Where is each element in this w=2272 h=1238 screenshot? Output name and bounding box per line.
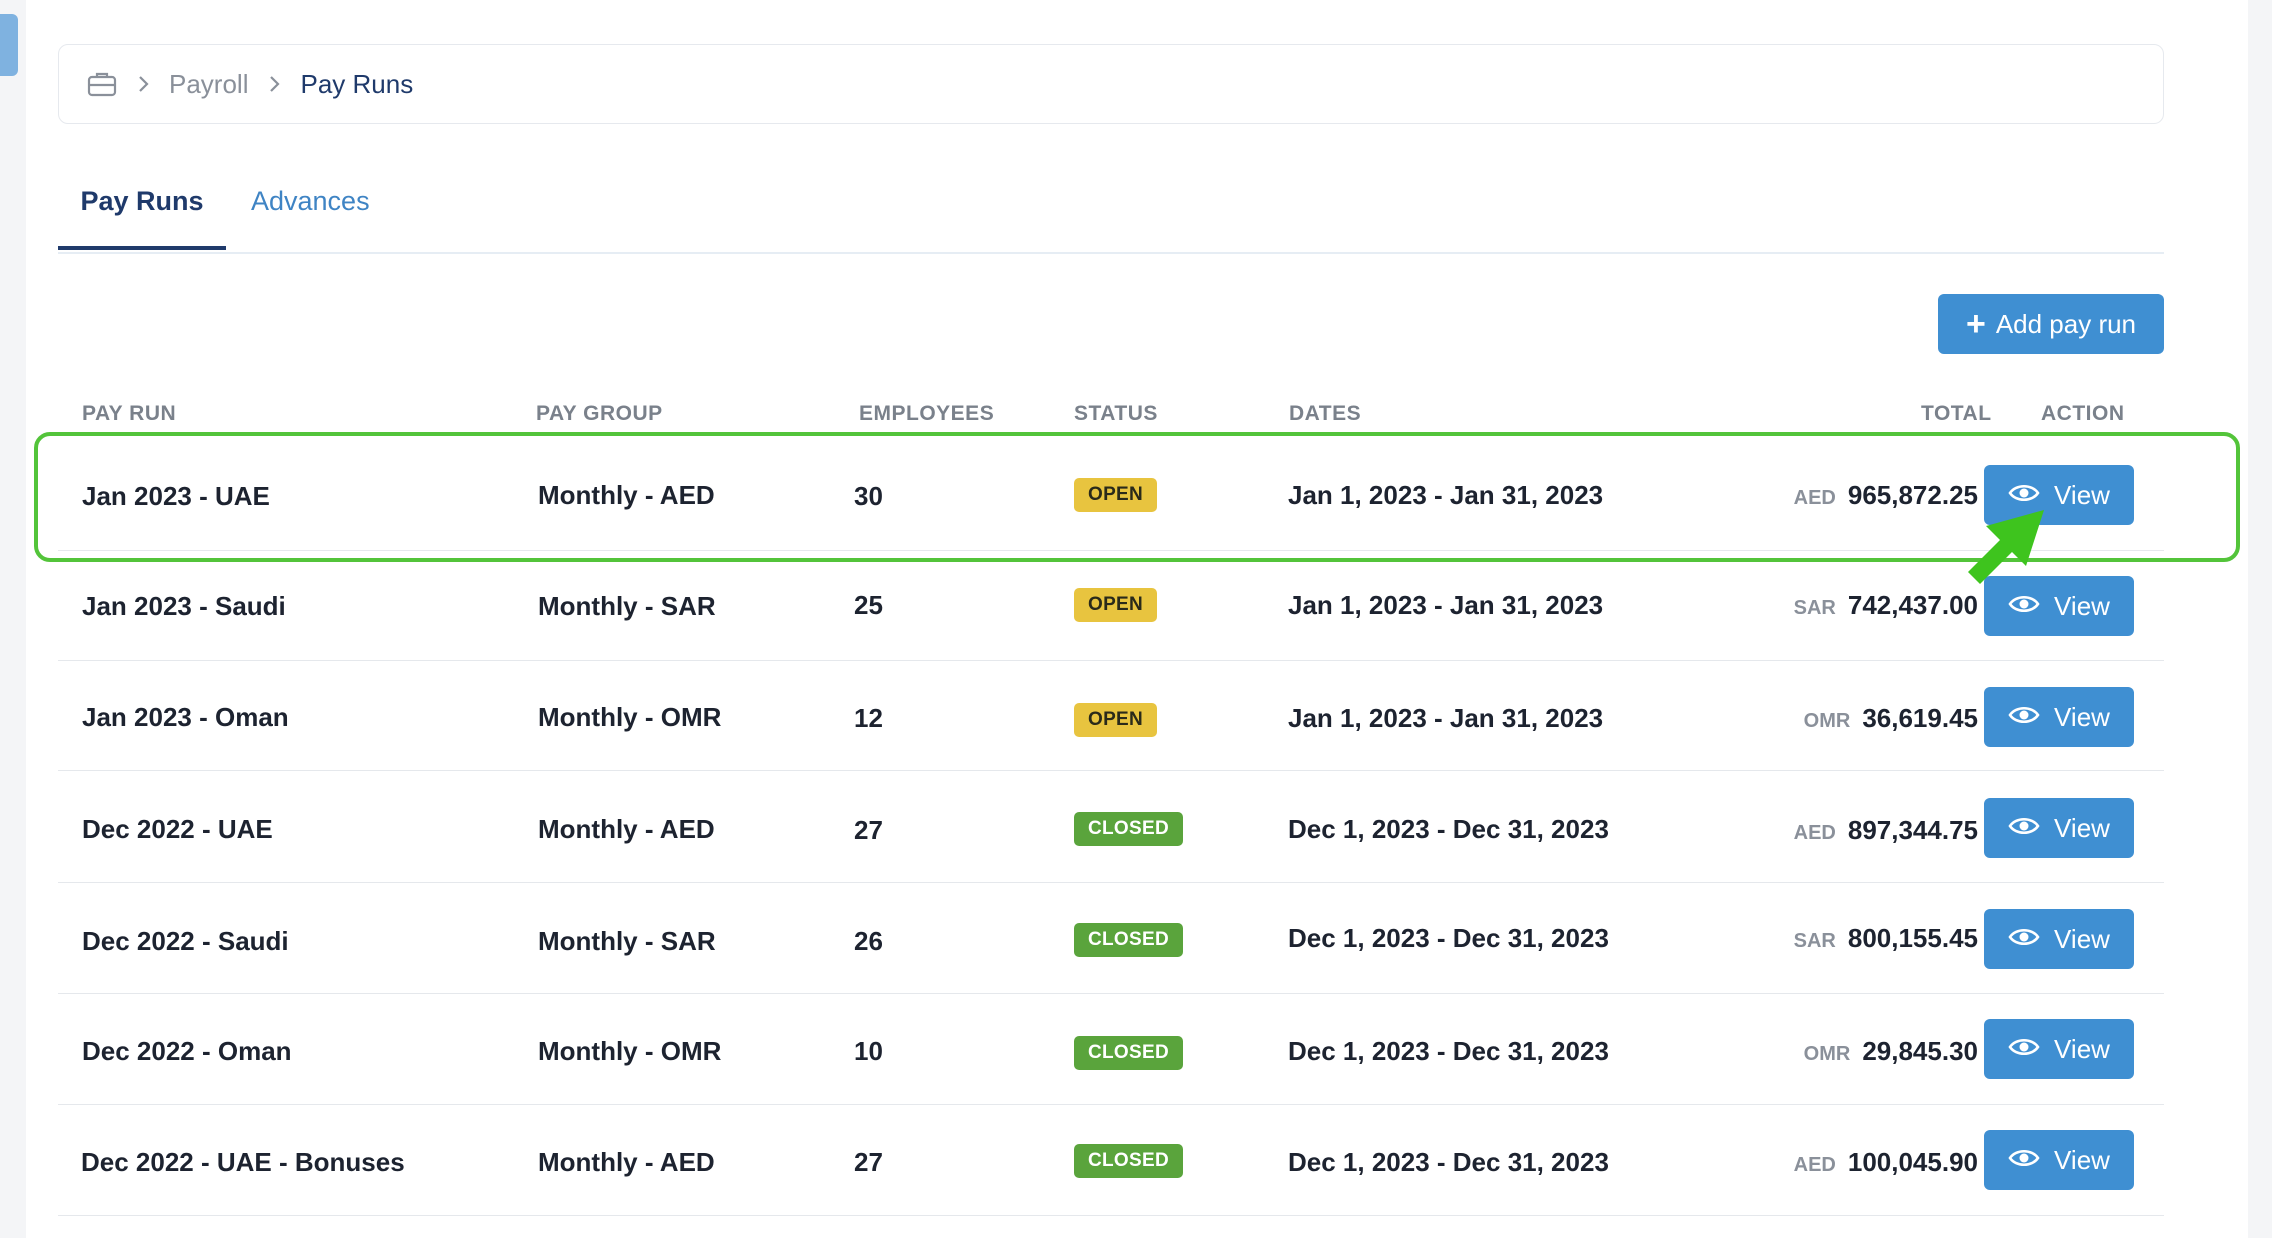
breadcrumb-item-pay-runs: Pay Runs <box>300 68 414 99</box>
employee-count: 25 <box>854 590 883 620</box>
breadcrumb-item-payroll[interactable]: Payroll <box>169 69 248 100</box>
column-header-pay-group: PAY GROUP <box>536 402 663 425</box>
pay-group: Monthly - OMR <box>538 702 722 732</box>
column-header-action: ACTION <box>2041 402 2125 425</box>
eye-icon <box>2008 813 2040 844</box>
employee-count: 27 <box>854 1147 883 1177</box>
view-button[interactable]: View <box>1984 1130 2134 1190</box>
view-button[interactable]: View <box>1984 1019 2134 1079</box>
view-label: View <box>2054 923 2110 954</box>
total-amount: AED 100,045.90 <box>1794 1147 1978 1178</box>
add-pay-run-button[interactable]: + Add pay run <box>1938 294 2164 354</box>
amount-value: 897,344.75 <box>1847 815 1978 845</box>
status-badge: OPEN <box>1074 703 1158 737</box>
amount-value: 36,619.45 <box>1862 703 1978 733</box>
view-button[interactable]: View <box>1984 687 2134 747</box>
row-highlight-outline <box>34 432 2240 562</box>
total-amount: SAR 800,155.45 <box>1794 923 1978 954</box>
pay-run-name[interactable]: Dec 2022 - UAE <box>82 814 273 845</box>
pointer-arrow-icon <box>1966 508 2048 593</box>
status-badge: CLOSED <box>1074 923 1183 957</box>
total-amount: OMR 36,619.45 <box>1804 703 1978 734</box>
amount-value: 100,045.90 <box>1847 1147 1978 1177</box>
amount-value: 29,845.30 <box>1862 1036 1978 1066</box>
currency-code: OMR <box>1803 1043 1851 1065</box>
date-range: Dec 1, 2023 - Dec 31, 2023 <box>1288 814 1609 844</box>
view-button[interactable]: View <box>1984 909 2134 969</box>
table-row: Dec 2022 - Saudi Monthly - SAR 26 CLOSED… <box>58 883 2164 994</box>
employee-count: 12 <box>854 703 883 733</box>
add-pay-run-label: Add pay run <box>1995 308 2137 339</box>
table-row: Jan 2023 - Saudi Monthly - SAR 25 OPEN J… <box>58 550 2164 661</box>
table-row: Dec 2022 - Oman Monthly - OMR 10 CLOSED … <box>58 994 2164 1105</box>
date-range: Dec 1, 2023 - Dec 31, 2023 <box>1288 1147 1609 1177</box>
currency-code: AED <box>1793 1154 1836 1176</box>
total-amount: OMR 29,845.30 <box>1804 1036 1978 1067</box>
eye-icon <box>2008 924 2040 955</box>
status-badge: CLOSED <box>1074 1144 1183 1178</box>
pay-group: Monthly - SAR <box>538 926 716 956</box>
view-label: View <box>2054 701 2110 732</box>
currency-code: SAR <box>1793 597 1836 619</box>
status-badge: CLOSED <box>1074 1036 1183 1070</box>
pay-run-name[interactable]: Jan 2023 - Oman <box>82 702 289 733</box>
date-range: Dec 1, 2023 - Dec 31, 2023 <box>1288 1036 1609 1066</box>
pay-group: Monthly - AED <box>538 1147 715 1177</box>
view-label: View <box>2054 590 2110 621</box>
pay-group: Monthly - AED <box>538 814 715 844</box>
status-badge: OPEN <box>1074 588 1158 622</box>
date-range: Jan 1, 2023 - Jan 31, 2023 <box>1288 703 1604 733</box>
view-label: View <box>2054 1144 2110 1175</box>
pay-run-name[interactable]: Dec 2022 - Oman <box>82 1036 292 1067</box>
briefcase-icon[interactable] <box>87 71 117 97</box>
table-row: Dec 2022 - UAE Monthly - AED 27 CLOSED D… <box>58 772 2164 883</box>
view-button[interactable]: View <box>1984 798 2134 858</box>
table-row: Jan 2023 - Oman Monthly - OMR 12 OPEN Ja… <box>58 660 2164 771</box>
eye-icon <box>2008 591 2040 622</box>
column-header-status: STATUS <box>1074 402 1158 425</box>
pay-run-name[interactable]: Dec 2022 - Saudi <box>82 926 289 957</box>
employee-count: 10 <box>854 1036 883 1066</box>
eye-icon <box>2008 1034 2040 1065</box>
chevron-right-icon <box>137 75 149 93</box>
pay-group: Monthly - SAR <box>538 591 716 621</box>
tab-bar: Pay Runs Advances <box>58 170 2164 254</box>
tab-advances[interactable]: Advances <box>251 186 370 221</box>
breadcrumb: Payroll Pay Runs <box>58 44 2164 124</box>
chevron-right-icon <box>268 75 281 93</box>
view-label: View <box>2054 812 2110 843</box>
column-header-pay-run: PAY RUN <box>82 402 177 425</box>
eye-icon <box>2008 1145 2040 1176</box>
column-header-employees: EMPLOYEES <box>859 402 995 425</box>
employee-count: 27 <box>854 815 883 845</box>
date-range: Jan 1, 2023 - Jan 31, 2023 <box>1288 590 1604 620</box>
currency-code: SAR <box>1793 930 1836 952</box>
date-range: Dec 1, 2023 - Dec 31, 2023 <box>1288 923 1609 953</box>
employee-count: 26 <box>854 926 883 956</box>
column-header-dates: DATES <box>1289 402 1362 425</box>
table-row: Dec 2022 - UAE - Bonuses Monthly - AED 2… <box>58 1105 2164 1216</box>
pay-run-name[interactable]: Dec 2022 - UAE - Bonuses <box>81 1147 405 1178</box>
total-amount: SAR 742,437.00 <box>1794 590 1978 621</box>
pay-run-name[interactable]: Jan 2023 - Saudi <box>82 591 286 622</box>
eye-icon <box>2008 702 2040 733</box>
currency-code: AED <box>1793 822 1836 844</box>
tab-pay-runs[interactable]: Pay Runs <box>58 186 226 250</box>
column-header-total: TOTAL <box>1921 402 1992 425</box>
total-amount: AED 897,344.75 <box>1794 815 1978 846</box>
amount-value: 742,437.00 <box>1847 590 1978 620</box>
view-label: View <box>2054 1033 2110 1064</box>
side-panel-tab[interactable] <box>0 14 18 76</box>
currency-code: OMR <box>1803 710 1851 732</box>
plus-icon: + <box>1965 305 1986 343</box>
pay-group: Monthly - OMR <box>538 1036 722 1066</box>
amount-value: 800,155.45 <box>1847 923 1978 953</box>
status-badge: CLOSED <box>1074 812 1183 846</box>
